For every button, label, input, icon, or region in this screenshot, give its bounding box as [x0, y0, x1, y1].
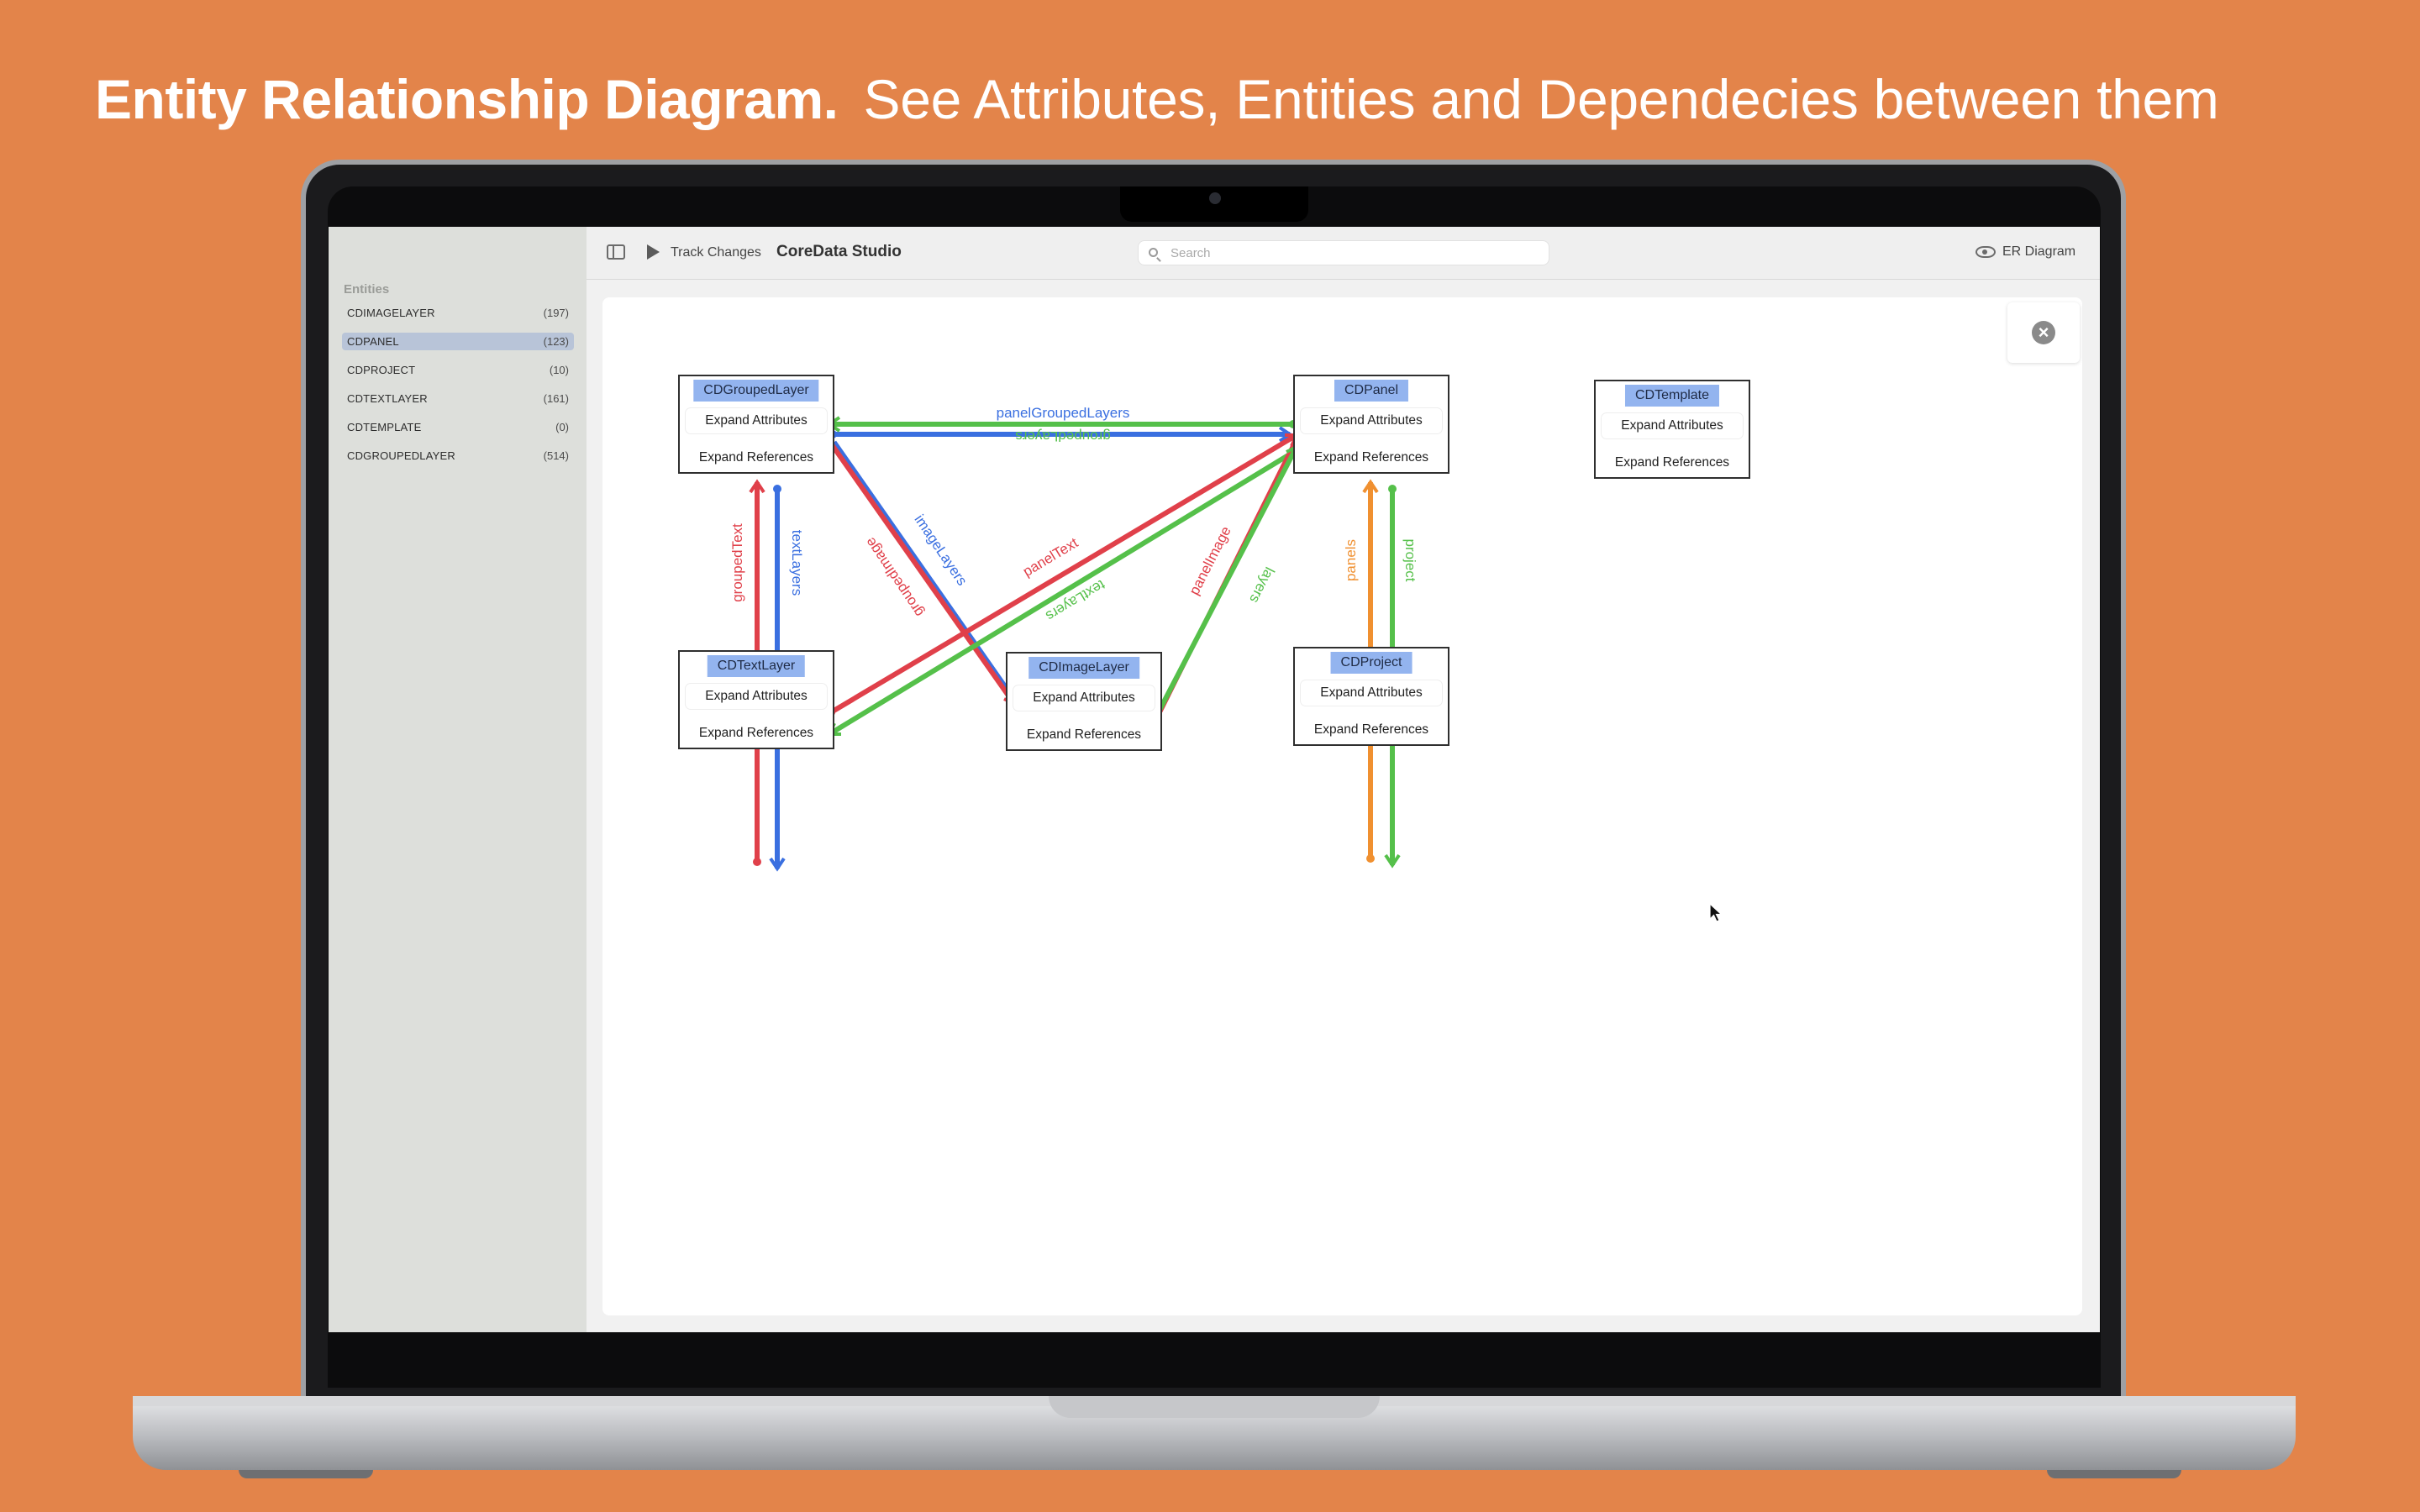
- sidebar-heading: Entities: [344, 282, 390, 297]
- app-title: CoreData Studio: [776, 243, 902, 260]
- er-diagram-label: ER Diagram: [2002, 244, 2076, 259]
- app-window: Entities CDIMAGELAYER (197) CDPANEL (123…: [329, 227, 2100, 1332]
- sidebar-toggle-icon[interactable]: [607, 244, 625, 260]
- entity-cdpanel[interactable]: CDPanel Expand Attributes Expand Referen…: [1293, 375, 1449, 474]
- label-panelgroupedlayers: panelGroupedLayers: [997, 405, 1130, 421]
- er-diagram-button[interactable]: ER Diagram: [1964, 239, 2088, 265]
- sidebar-item-cdgroupedlayer[interactable]: CDGROUPEDLAYER (514): [342, 447, 574, 465]
- sidebar-item-count: (197): [543, 307, 569, 319]
- sidebar-item-count: (10): [549, 364, 569, 376]
- expand-references-button[interactable]: Expand References: [1301, 717, 1442, 743]
- expand-references-button[interactable]: Expand References: [1602, 450, 1743, 475]
- sidebar-item-cdproject[interactable]: CDPROJECT (10): [342, 361, 574, 379]
- diagram-canvas[interactable]: panelGroupedLayers groupedLayers grouped…: [602, 297, 2082, 1315]
- sidebar-item-cdimagelayer[interactable]: CDIMAGELAYER (197): [342, 304, 574, 322]
- edge-imagelayers: [832, 440, 1017, 701]
- search-icon: [1149, 248, 1158, 257]
- play-icon[interactable]: [647, 244, 660, 260]
- entity-title: CDTextLayer: [707, 655, 806, 677]
- search-placeholder: Search: [1171, 246, 1211, 260]
- sidebar-item-cdtextlayer[interactable]: CDTEXTLAYER (161): [342, 390, 574, 407]
- entity-title: CDProject: [1330, 652, 1413, 674]
- mouse-cursor-icon: [1709, 903, 1723, 922]
- sidebar-item-label: CDPANEL: [347, 335, 399, 348]
- label-imagelayers: imageLayers: [911, 512, 970, 588]
- laptop-foot-right: [2047, 1470, 2181, 1478]
- camera-icon: [1209, 192, 1221, 204]
- edge-endpoint: [753, 858, 761, 866]
- sidebar-item-count: (161): [543, 392, 569, 405]
- laptop-foot-left: [239, 1470, 373, 1478]
- edge-layers: [1155, 445, 1299, 717]
- eye-icon: [1975, 246, 1996, 258]
- expand-attributes-button[interactable]: Expand Attributes: [1301, 680, 1442, 706]
- sidebar-item-count: (514): [543, 449, 569, 462]
- close-button[interactable]: ×: [2007, 302, 2080, 363]
- expand-attributes-button[interactable]: Expand Attributes: [1013, 685, 1155, 711]
- sidebar-item-count: (123): [543, 335, 569, 348]
- entity-title: CDGroupedLayer: [693, 380, 819, 402]
- close-icon: ×: [2032, 321, 2055, 344]
- edge-endpoint: [1388, 485, 1397, 493]
- entity-cdtextlayer[interactable]: CDTextLayer Expand Attributes Expand Ref…: [678, 650, 834, 749]
- label-panels: panels: [1343, 539, 1359, 581]
- track-changes-button[interactable]: Track Changes: [671, 245, 761, 260]
- edge-groupedimage: [829, 442, 1017, 706]
- sidebar-item-label: CDGROUPEDLAYER: [347, 449, 455, 462]
- edge-endpoint: [773, 485, 781, 493]
- expand-attributes-button[interactable]: Expand Attributes: [1301, 408, 1442, 433]
- label-project: project: [1402, 538, 1418, 581]
- entity-cdgroupedlayer[interactable]: CDGroupedLayer Expand Attributes Expand …: [678, 375, 834, 474]
- entity-cdtemplate[interactable]: CDTemplate Expand Attributes Expand Refe…: [1594, 380, 1750, 479]
- search-input[interactable]: Search: [1138, 240, 1549, 265]
- sidebar-item-count: (0): [555, 421, 569, 433]
- expand-references-button[interactable]: Expand References: [1301, 445, 1442, 470]
- label-groupedimage: groupedImage: [862, 534, 927, 620]
- sidebar-item-label: CDPROJECT: [347, 364, 416, 376]
- headline-title: Entity Relationship Diagram.: [95, 68, 839, 130]
- entity-cdimagelayer[interactable]: CDImageLayer Expand Attributes Expand Re…: [1006, 652, 1162, 751]
- expand-attributes-button[interactable]: Expand Attributes: [1602, 413, 1743, 438]
- toolbar: Track Changes CoreData Studio Search ER …: [587, 227, 2100, 280]
- label-groupedlayers: groupedLayers: [1015, 428, 1110, 444]
- sidebar-item-cdtemplate[interactable]: CDTEMPLATE (0): [342, 418, 574, 436]
- expand-references-button[interactable]: Expand References: [686, 445, 827, 470]
- label-groupedtext: groupedText: [729, 523, 745, 602]
- expand-attributes-button[interactable]: Expand Attributes: [686, 408, 827, 433]
- edge-endpoint: [1366, 854, 1375, 863]
- expand-references-button[interactable]: Expand References: [686, 721, 827, 746]
- sidebar-item-label: CDTEXTLAYER: [347, 392, 428, 405]
- label-textlayers: textLayers: [789, 530, 805, 596]
- sidebar-item-label: CDTEMPLATE: [347, 421, 422, 433]
- headline-subtitle: See Attributes, Entities and Dependecies…: [863, 68, 2219, 130]
- sidebar-item-label: CDIMAGELAYER: [347, 307, 435, 319]
- entity-title: CDPanel: [1334, 380, 1409, 402]
- entity-title: CDImageLayer: [1028, 657, 1139, 679]
- expand-references-button[interactable]: Expand References: [1013, 722, 1155, 748]
- headline: Entity Relationship Diagram. See Attribut…: [95, 67, 2219, 151]
- sidebar: Entities CDIMAGELAYER (197) CDPANEL (123…: [329, 227, 587, 1332]
- sidebar-item-cdpanel[interactable]: CDPANEL (123): [342, 333, 574, 350]
- laptop-thumb-notch: [1049, 1396, 1380, 1418]
- label-paneltext: panelText: [1020, 534, 1081, 580]
- entity-cdproject[interactable]: CDProject Expand Attributes Expand Refer…: [1293, 647, 1449, 746]
- label-layers: layers: [1246, 564, 1278, 606]
- expand-attributes-button[interactable]: Expand Attributes: [686, 684, 827, 709]
- entity-title: CDTemplate: [1624, 385, 1720, 407]
- label-panelimage: panelImage: [1186, 524, 1234, 598]
